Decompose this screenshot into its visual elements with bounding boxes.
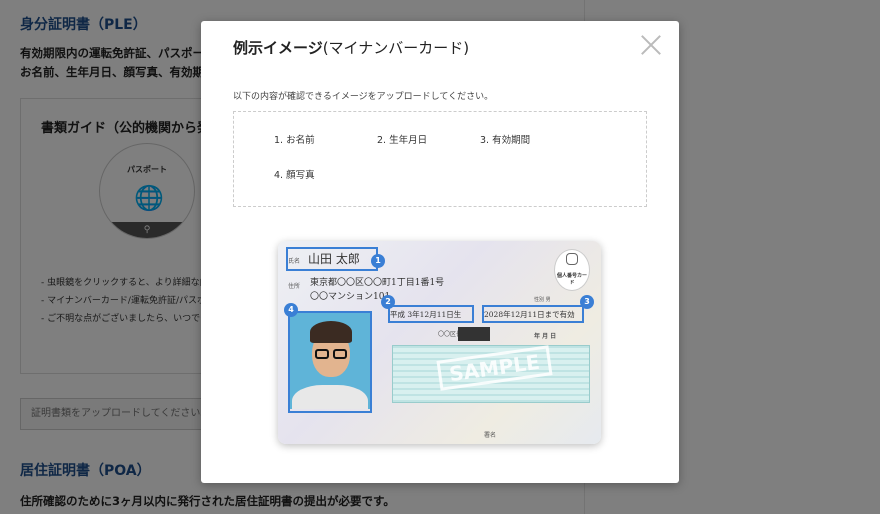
- marker-2: 2: [381, 295, 395, 309]
- close-icon[interactable]: [637, 31, 665, 59]
- card-signature-label: 署名: [484, 432, 497, 439]
- item-photo: 4. 顔写真: [274, 170, 315, 181]
- highlight-photo: [288, 311, 372, 413]
- card-dark-box: [458, 327, 490, 341]
- card-address-label: 住所: [288, 283, 301, 290]
- required-items-box: 1. お名前 2. 生年月日 3. 有効期間 4. 顔写真: [233, 111, 647, 207]
- example-image-modal: 例示イメージ(マイナンバーカード) 以下の内容が確認できるイメージをアップロード…: [201, 21, 679, 483]
- marker-4: 4: [284, 303, 298, 317]
- item-expiry: 3. 有効期間: [480, 135, 531, 146]
- item-name: 1. お名前: [274, 135, 315, 146]
- modal-title: 例示イメージ(マイナンバーカード): [233, 37, 469, 58]
- highlight-birthdate: [388, 305, 474, 323]
- highlight-name: [286, 247, 378, 271]
- my-number-card-sample: 氏名 山田 太郎 住所 東京都〇〇区〇〇町1丁目1番1号 〇〇マンション101 …: [278, 241, 601, 444]
- card-address-line1: 東京都〇〇区〇〇町1丁目1番1号: [310, 278, 445, 288]
- card-gender: 性別 男: [534, 297, 551, 303]
- item-birthdate: 2. 生年月日: [377, 135, 428, 146]
- marker-1: 1: [371, 254, 385, 268]
- mascot-icon: [566, 253, 578, 265]
- modal-title-rest: (マイナンバーカード): [322, 39, 470, 57]
- modal-title-bold: 例示イメージ: [233, 39, 323, 57]
- card-address-line2: 〇〇マンション101: [310, 292, 391, 302]
- modal-instruction: 以下の内容が確認できるイメージをアップロードしてください。: [233, 92, 494, 102]
- card-date-cols: 年 月 日: [534, 333, 557, 340]
- marker-3: 3: [580, 295, 594, 309]
- highlight-expiry: [482, 305, 584, 323]
